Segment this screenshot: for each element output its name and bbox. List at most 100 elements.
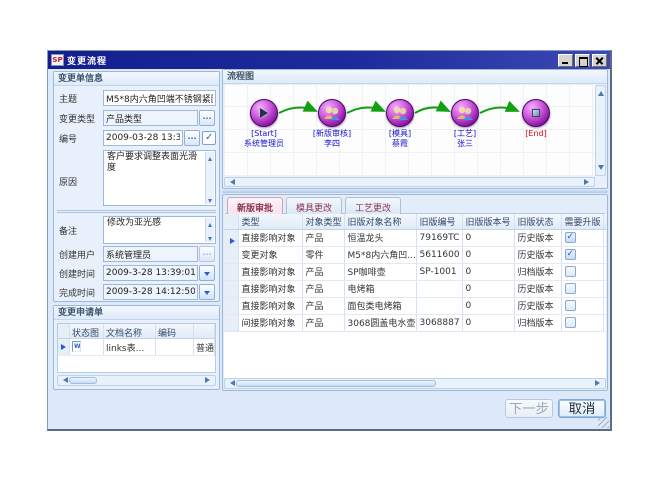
scroll-down-icon[interactable] xyxy=(207,234,214,241)
flow-hscrollbar[interactable] xyxy=(224,177,595,187)
doc-name-cell: links表... xyxy=(104,339,156,356)
scroll-left-icon[interactable] xyxy=(58,377,67,384)
create-user-input[interactable] xyxy=(103,246,198,262)
create-user-row: 创建用户 ... xyxy=(57,245,216,264)
scroll-down-icon[interactable] xyxy=(207,196,214,203)
flow-node-review[interactable]: [新版审核] 李四 xyxy=(297,99,367,149)
tab-mold-change[interactable]: 模具更改 xyxy=(286,197,342,214)
tab-craft-change[interactable]: 工艺更改 xyxy=(345,197,401,214)
next-step-button[interactable]: 下一步 xyxy=(505,399,553,418)
finish-time-input[interactable] xyxy=(103,284,198,300)
flow-chart-canvas[interactable]: [Start] 系统管理员 [新版审核] 李四 xyxy=(224,85,595,176)
approvers-icon xyxy=(455,105,475,121)
need-upgrade-checkbox[interactable] xyxy=(565,300,576,311)
need-upgrade-checkbox[interactable] xyxy=(565,249,576,260)
col-doc-name[interactable]: 文档名称 xyxy=(104,324,156,338)
create-user-browse-button[interactable]: ... xyxy=(199,246,215,262)
title-bar[interactable]: SP 变更流程 xyxy=(48,51,610,69)
col-need-upgrade[interactable]: 需要升版 xyxy=(561,214,603,229)
change-request-table: 状态图 文档名称 编码 links表... 普通 xyxy=(57,323,216,373)
request-table-hscrollbar[interactable] xyxy=(57,375,216,386)
request-table-row[interactable]: links表... 普通 xyxy=(58,339,215,356)
divider xyxy=(57,210,216,213)
col-old-status[interactable]: 旧版状态 xyxy=(514,214,561,229)
number-browse-button[interactable]: ... xyxy=(184,130,200,146)
table-row[interactable]: 间接影响对象产品 3068圆盖电水壶3068887 0归档版本 xyxy=(224,314,606,331)
table-row[interactable]: 直接影响对象产品 电烤箱 0历史版本 xyxy=(224,280,606,297)
level-cell: 普通 xyxy=(194,339,215,356)
change-request-panel: 变更申请单 状态图 文档名称 编码 links表... 普通 xyxy=(53,305,220,390)
flow-node-mold[interactable]: [模具] 蔡霞 xyxy=(365,99,435,149)
cancel-button[interactable]: 取消 xyxy=(558,399,606,418)
remark-label: 备注 xyxy=(59,224,77,237)
splitter[interactable] xyxy=(222,190,608,193)
reason-label: 原因 xyxy=(59,175,77,188)
col-old-number[interactable]: 旧版编号 xyxy=(416,214,462,229)
reason-scrollbar[interactable] xyxy=(205,152,214,204)
flow-node-craft[interactable]: [工艺] 张三 xyxy=(430,99,500,149)
window-title: 变更流程 xyxy=(67,54,107,67)
flow-vscrollbar[interactable] xyxy=(595,85,606,176)
tab-strip: 新版审批 模具更改 工艺更改 xyxy=(225,197,605,214)
col-old-version[interactable]: 旧版版本号 xyxy=(462,214,514,229)
remark-scrollbar[interactable] xyxy=(205,218,214,242)
change-order-info-panel: 变更单信息 主题 变更类型 ... 编号 ... 原因 客户要求调整表面光滑度 xyxy=(53,71,220,302)
finish-time-dropdown-icon[interactable] xyxy=(199,284,215,300)
scroll-right-icon[interactable] xyxy=(585,179,594,186)
need-upgrade-checkbox[interactable] xyxy=(565,266,576,277)
start-icon xyxy=(260,108,273,118)
change-type-input[interactable] xyxy=(103,110,198,126)
finish-time-label: 完成时间 xyxy=(59,286,95,299)
close-icon[interactable] xyxy=(592,54,607,67)
remark-textarea[interactable]: 修改为亚光感 xyxy=(103,216,216,244)
change-request-title: 变更申请单 xyxy=(54,306,219,320)
scroll-left-icon[interactable] xyxy=(225,179,234,186)
reason-textarea[interactable]: 客户要求调整表面光滑度 xyxy=(103,150,216,206)
flow-chart-panel: 流程图 [Start] 系统管理员 xyxy=(222,69,608,189)
minimize-icon[interactable] xyxy=(558,54,573,67)
table-row[interactable]: 直接影响对象产品 SP咖啡壶SP-1001 0归档版本 SP咖 xyxy=(224,263,606,280)
scroll-up-icon[interactable] xyxy=(207,153,214,160)
approvers-icon xyxy=(322,105,342,121)
scroll-left-icon[interactable] xyxy=(225,380,234,387)
subject-row: 主题 xyxy=(57,89,216,109)
scroll-thumb[interactable] xyxy=(236,380,436,387)
flow-node-end[interactable]: [End] xyxy=(501,99,571,139)
col-status-icon[interactable]: 状态图 xyxy=(70,324,104,338)
change-order-info-title: 变更单信息 xyxy=(54,72,219,86)
col-object-type[interactable]: 对象类型 xyxy=(302,214,344,229)
scroll-up-icon[interactable] xyxy=(207,219,214,226)
node-label: [End] xyxy=(501,129,571,139)
need-upgrade-checkbox[interactable] xyxy=(565,232,576,243)
maximize-icon[interactable] xyxy=(575,54,590,67)
create-time-dropdown-icon[interactable] xyxy=(199,265,215,281)
node-label: [Start] xyxy=(229,129,299,139)
table-row[interactable]: 直接影响对象产品 恒温龙头79169TC 0历史版本 xyxy=(224,229,606,246)
resize-grip[interactable] xyxy=(598,417,609,428)
scroll-right-icon[interactable] xyxy=(596,380,605,387)
detail-table-hscrollbar[interactable] xyxy=(224,378,606,389)
subject-input[interactable] xyxy=(103,90,216,106)
flow-node-start[interactable]: [Start] 系统管理员 xyxy=(229,99,299,149)
need-upgrade-checkbox[interactable] xyxy=(565,317,576,328)
create-time-input[interactable] xyxy=(103,265,198,281)
change-type-browse-button[interactable]: ... xyxy=(199,110,215,126)
col-code[interactable]: 编码 xyxy=(156,324,194,338)
code-cell xyxy=(156,339,194,356)
col-new-version[interactable]: 新版 xyxy=(603,214,606,229)
col-old-object-name[interactable]: 旧版对象名称 xyxy=(344,214,416,229)
number-input[interactable] xyxy=(103,130,183,146)
number-checkbox[interactable] xyxy=(202,131,216,145)
table-row[interactable]: 变更对象零件 M5*8内六角凹...5611600 0历史版本 M5*8 xyxy=(224,246,606,263)
node-user: 张三 xyxy=(430,139,500,149)
need-upgrade-checkbox[interactable] xyxy=(565,283,576,294)
tab-new-version-approval[interactable]: 新版审批 xyxy=(227,197,283,214)
scroll-thumb[interactable] xyxy=(69,377,97,384)
request-table-header: 状态图 文档名称 编码 xyxy=(58,324,215,339)
number-row: 编号 ... xyxy=(57,129,216,149)
create-time-row: 创建时间 xyxy=(57,264,216,283)
finish-time-row: 完成时间 xyxy=(57,283,216,302)
col-type[interactable]: 类型 xyxy=(238,214,302,229)
scroll-right-icon[interactable] xyxy=(206,377,215,384)
table-row[interactable]: 直接影响对象产品 面包类电烤箱 0历史版本 xyxy=(224,297,606,314)
